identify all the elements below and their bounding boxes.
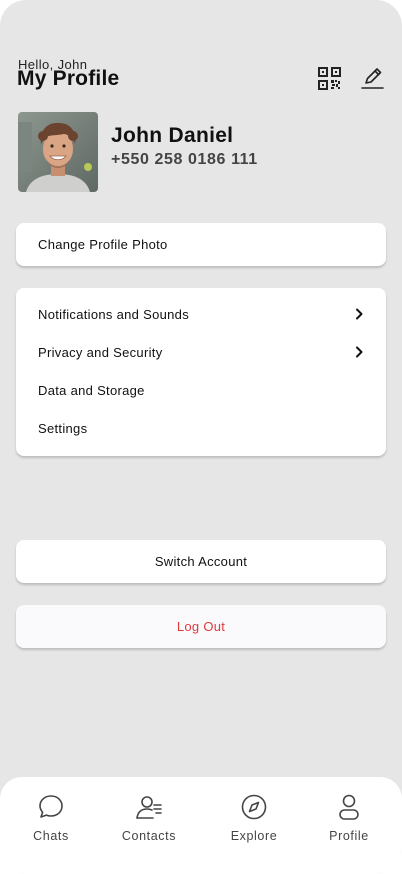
menu-item-label: Privacy and Security <box>38 344 163 360</box>
profile-photo <box>18 112 98 192</box>
change-profile-photo-label: Change Profile Photo <box>38 237 168 252</box>
menu-item-data-storage[interactable]: Data and Storage <box>16 371 386 409</box>
qr-code-button[interactable] <box>318 67 341 90</box>
menu-item-privacy[interactable]: Privacy and Security <box>16 333 386 371</box>
pencil-icon <box>361 68 384 89</box>
tab-label: Profile <box>329 829 369 843</box>
change-profile-photo-button[interactable]: Change Profile Photo <box>16 223 386 266</box>
profile-screen: Hello, John My Profile John Daniel +550 … <box>0 0 402 874</box>
tab-chats[interactable]: Chats <box>22 777 80 857</box>
tab-label: Contacts <box>121 829 177 843</box>
menu-item-label: Data and Storage <box>38 382 145 398</box>
log-out-button[interactable]: Log Out <box>16 605 386 648</box>
switch-account-button[interactable]: Switch Account <box>16 540 386 583</box>
page-title: My Profile <box>17 67 120 90</box>
tab-profile[interactable]: Profile <box>323 777 375 857</box>
chat-bubble-icon <box>39 795 63 818</box>
tab-label: Explore <box>230 829 278 843</box>
tab-explore[interactable]: Explore <box>224 777 284 857</box>
contacts-icon <box>136 796 162 819</box>
menu-item-notifications[interactable]: Notifications and Sounds <box>16 295 386 333</box>
chevron-right-icon <box>356 346 363 358</box>
chevron-right-icon <box>356 308 363 320</box>
tab-contacts[interactable]: Contacts <box>114 777 184 857</box>
switch-account-label: Switch Account <box>154 554 248 569</box>
compass-icon <box>241 794 267 820</box>
avatar <box>18 112 98 192</box>
settings-menu: Notifications and Sounds Privacy and Sec… <box>16 288 386 456</box>
qr-code-icon <box>318 67 341 90</box>
person-icon <box>339 794 359 820</box>
user-name: John Daniel <box>111 124 234 147</box>
bottom-tab-bar: Chats Contacts Explore Profile <box>0 777 402 874</box>
menu-item-settings[interactable]: Settings <box>16 409 386 447</box>
edit-profile-button[interactable] <box>361 66 384 90</box>
tab-label: Chats <box>33 829 69 843</box>
user-phone: +550 258 0186 111 <box>111 151 258 168</box>
menu-item-label: Settings <box>38 420 88 436</box>
log-out-label: Log Out <box>176 619 226 634</box>
menu-item-label: Notifications and Sounds <box>38 306 190 322</box>
